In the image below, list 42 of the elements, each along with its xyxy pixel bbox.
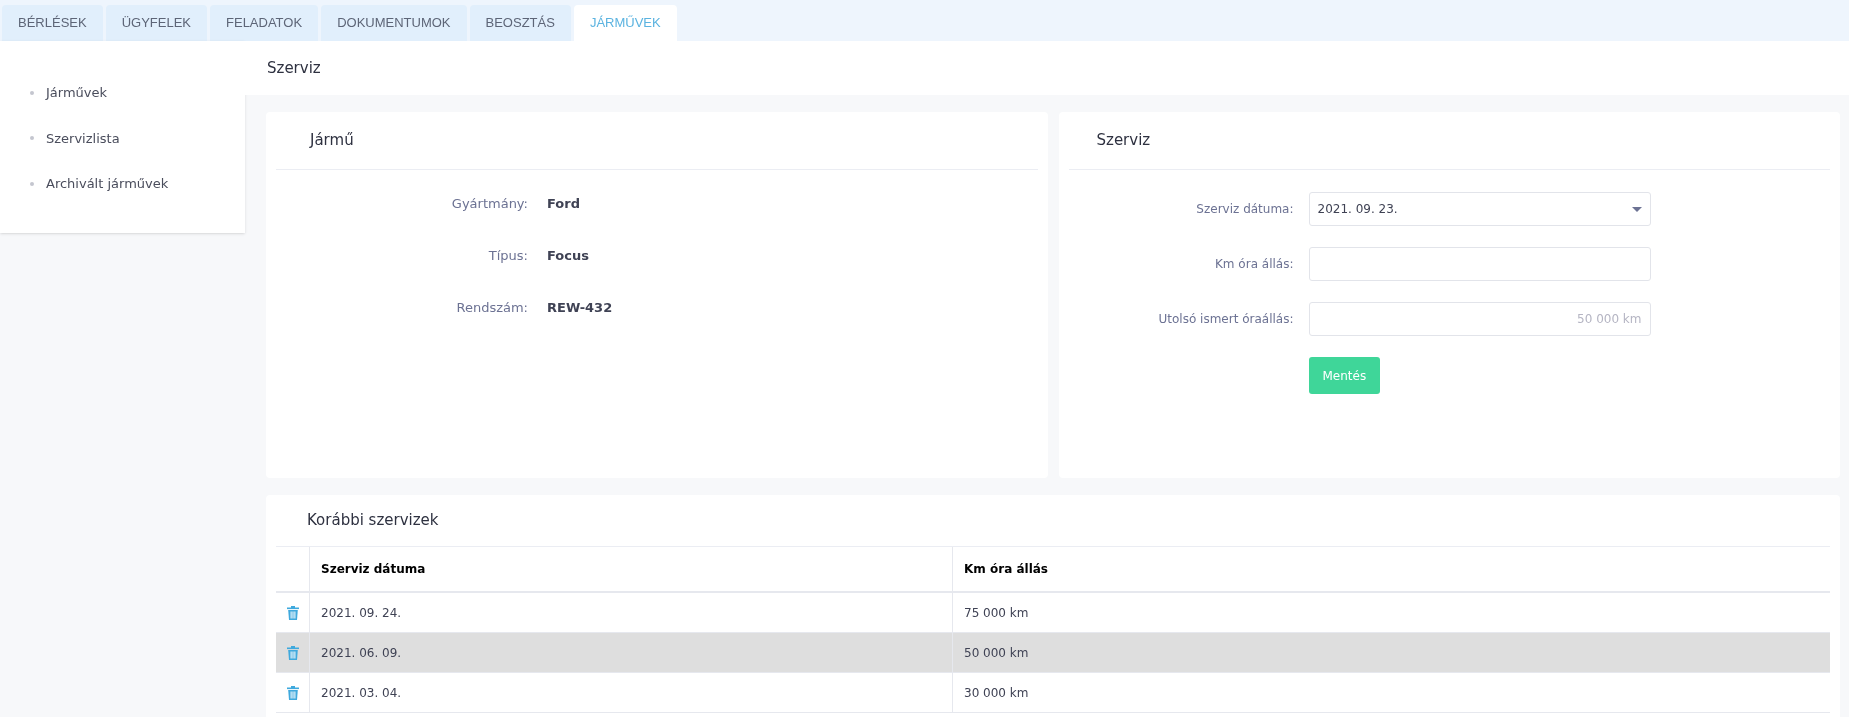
nav-tab[interactable]: DOKUMENTUMOK <box>321 5 467 41</box>
field-label: Gyártmány: <box>450 195 528 214</box>
bullet-icon <box>30 90 34 95</box>
field-value: Focus <box>547 247 589 266</box>
nav-tab[interactable]: BÉRLÉSEK <box>2 5 103 41</box>
table-cell-text: 2021. 03. 04. <box>321 684 402 702</box>
nav-tab[interactable]: ÜGYFELEK <box>105 5 207 41</box>
nav-tab[interactable]: FELADATOK <box>210 5 319 41</box>
table-cell-text: 30 000 km <box>964 684 1029 702</box>
card-title: Korábbi szervizek <box>307 510 439 532</box>
field-value: REW-432 <box>547 299 613 318</box>
card-title: Jármű <box>310 130 354 152</box>
table-row[interactable]: 2021. 03. 04. 30 000 km <box>276 673 1830 713</box>
table-cell-text: 2021. 09. 24. <box>321 604 402 622</box>
caret-icon <box>1631 206 1642 212</box>
nav-tab[interactable]: BEOSZTÁS <box>469 5 571 41</box>
input-field[interactable] <box>1308 247 1651 281</box>
card-title: Szerviz <box>1096 130 1151 152</box>
table-cell-text: 50 000 km <box>964 644 1029 662</box>
sidebar-link[interactable]: Szervizlista <box>46 128 120 148</box>
trash-icon[interactable] <box>286 685 299 700</box>
sidebar-link[interactable]: Archivált járművek <box>46 174 169 194</box>
page-title: Szerviz <box>267 57 321 79</box>
column-header: Km óra állás <box>964 561 1048 578</box>
trash-icon[interactable] <box>286 605 299 620</box>
field-label: Rendszám: <box>455 299 528 318</box>
date-select[interactable]: 2021. 09. 23. <box>1308 192 1651 226</box>
field-label: Utolsó ismert óraállás: <box>1157 311 1294 328</box>
table-row[interactable]: 2021. 09. 24. 75 000 km <box>276 593 1830 633</box>
input-field[interactable]: 50 000 km <box>1308 302 1651 336</box>
field-label: Típus: <box>487 247 528 266</box>
column-header: Szerviz dátuma <box>321 561 426 578</box>
field-label: Km óra állás: <box>1214 256 1294 273</box>
trash-icon[interactable] <box>286 645 299 660</box>
table-cell-text: 75 000 km <box>964 604 1029 622</box>
sidebar-link[interactable]: Járművek <box>46 83 108 103</box>
bullet-icon <box>30 136 34 141</box>
field-value: Ford <box>547 195 580 214</box>
table-cell-text: 2021. 06. 09. <box>321 644 402 662</box>
table-row[interactable]: 2021. 06. 09. 50 000 km <box>276 633 1830 673</box>
bullet-icon <box>30 181 34 186</box>
field-label: Szerviz dátuma: <box>1195 201 1294 218</box>
